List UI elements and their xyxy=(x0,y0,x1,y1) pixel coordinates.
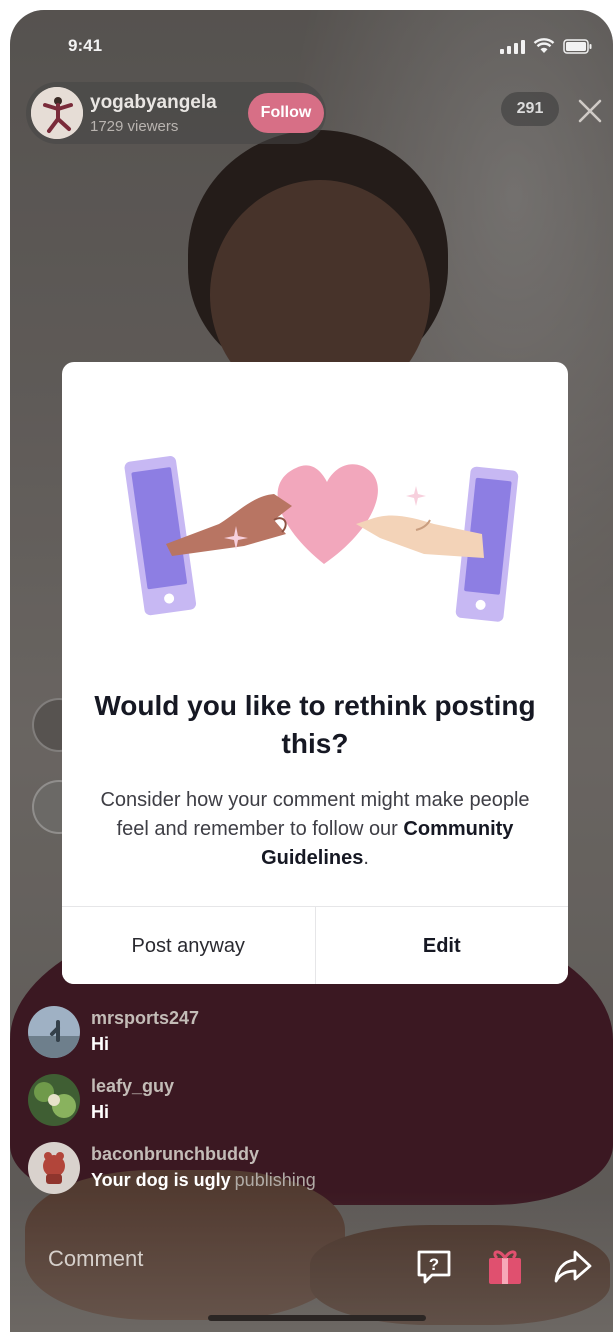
comment-text: Your dog is ugly publishing xyxy=(91,1170,316,1191)
commenter-avatar[interactable] xyxy=(28,1006,80,1058)
commenter-avatar[interactable] xyxy=(28,1074,80,1126)
follow-button[interactable]: Follow xyxy=(248,93,324,133)
comment-bar: Comment ? xyxy=(10,1232,613,1296)
post-anyway-button[interactable]: Post anyway xyxy=(62,907,316,984)
share-icon[interactable] xyxy=(553,1246,593,1286)
home-indicator[interactable] xyxy=(208,1315,426,1321)
wifi-icon xyxy=(533,38,555,53)
comment-text: Hi xyxy=(91,1102,109,1122)
status-time: 9:41 xyxy=(68,36,103,55)
battery-icon xyxy=(563,39,592,54)
dialog-body-end: . xyxy=(363,847,369,869)
close-icon[interactable] xyxy=(575,96,605,126)
gift-icon[interactable] xyxy=(485,1246,525,1286)
dialog-title: Would you like to rethink posting this? xyxy=(94,690,536,759)
comment-username[interactable]: baconbrunchbuddy xyxy=(91,1144,259,1165)
rethink-dialog: Would you like to rethink posting this? … xyxy=(62,362,568,984)
host-username[interactable]: yogabyangela xyxy=(90,92,217,114)
hands-heart-illustration xyxy=(124,456,519,622)
viewer-count-badge[interactable]: 291 xyxy=(501,92,559,126)
comment-username[interactable]: leafy_guy xyxy=(91,1076,174,1097)
viewer-count-label: 1729 viewers xyxy=(90,118,179,135)
status-bar: 9:41 xyxy=(10,32,613,62)
host-info[interactable]: yogabyangela 1729 viewers Follow xyxy=(26,82,326,144)
svg-text:?: ? xyxy=(429,1255,439,1274)
question-icon[interactable]: ? xyxy=(414,1246,454,1286)
publishing-status: publishing xyxy=(234,1170,316,1190)
host-avatar[interactable] xyxy=(31,87,83,139)
comment-username[interactable]: mrsports247 xyxy=(91,1008,199,1029)
commenter-avatar[interactable] xyxy=(28,1142,80,1194)
edit-button[interactable]: Edit xyxy=(315,907,568,984)
comment-text-value: Your dog is ugly xyxy=(91,1170,231,1190)
comment-text: Hi xyxy=(91,1034,109,1054)
dialog-body: Consider how your comment might make peo… xyxy=(86,786,544,873)
status-icons xyxy=(500,38,593,54)
comment-input[interactable]: Comment xyxy=(48,1246,143,1272)
signal-icon xyxy=(500,40,525,54)
dialog-actions: Post anyway Edit xyxy=(62,906,568,984)
